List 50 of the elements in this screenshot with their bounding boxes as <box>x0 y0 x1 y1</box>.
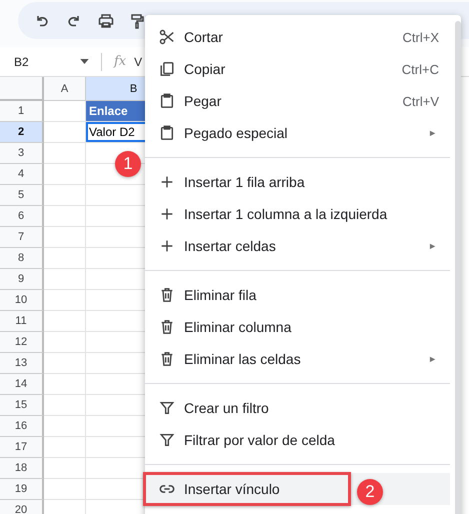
row-header[interactable]: 2 <box>0 122 44 143</box>
paint-roller-icon[interactable] <box>130 12 146 28</box>
row-header[interactable]: 11 <box>0 311 44 332</box>
menu-item[interactable]: Eliminar las celdas ► <box>145 343 450 375</box>
row-header[interactable]: 16 <box>0 416 44 437</box>
copy-icon <box>159 61 175 77</box>
row-header[interactable]: 7 <box>0 227 44 248</box>
row-header[interactable]: 9 <box>0 269 44 290</box>
menu-item[interactable]: Filtrar por valor de celda <box>145 424 450 456</box>
formula-label: fx <box>114 54 126 69</box>
plus-icon <box>159 238 175 254</box>
row-header[interactable]: 3 <box>0 143 44 164</box>
formula-field[interactable]: V <box>134 54 142 68</box>
trash-icon <box>159 319 175 335</box>
menu-item[interactable]: Eliminar columna <box>145 311 450 343</box>
menu-item[interactable]: Insertar 1 columna a la izquierda <box>145 198 450 230</box>
row-header[interactable]: 15 <box>0 395 44 416</box>
row-header[interactable]: 10 <box>0 290 44 311</box>
dropdown-caret-icon[interactable] <box>80 59 89 64</box>
plus-icon <box>159 174 175 190</box>
menu-item[interactable]: Crear un filtro <box>145 392 450 424</box>
row-header[interactable]: 19 <box>0 479 44 500</box>
row-header[interactable]: 13 <box>0 353 44 374</box>
clipboard-icon <box>159 125 175 141</box>
row-header[interactable]: 12 <box>0 332 44 353</box>
row-header[interactable]: 4 <box>0 164 44 185</box>
scissors-icon <box>159 29 175 45</box>
print-icon[interactable] <box>98 12 114 28</box>
menu-item[interactable]: Eliminar fila <box>145 279 450 311</box>
trash-icon <box>159 287 175 303</box>
row-header[interactable]: 1 <box>0 101 44 122</box>
row-header[interactable]: 5 <box>0 185 44 206</box>
row-header[interactable]: 14 <box>0 374 44 395</box>
column-header[interactable]: A <box>44 77 86 101</box>
row-header[interactable]: 20 <box>0 500 44 514</box>
plus-icon <box>159 206 175 222</box>
callout-badge: 1 <box>115 151 141 177</box>
filter-icon <box>159 432 175 448</box>
filter-icon <box>159 400 175 416</box>
row-header[interactable]: 8 <box>0 248 44 269</box>
scrollbar[interactable] <box>455 21 461 514</box>
row-header[interactable]: 18 <box>0 458 44 479</box>
clipboard-icon <box>159 93 175 109</box>
menu-item[interactable]: Insertar 1 fila arriba <box>145 166 450 198</box>
name-box[interactable]: B2 <box>14 54 80 68</box>
row-header[interactable]: 17 <box>0 437 44 458</box>
row-header[interactable]: 6 <box>0 206 44 227</box>
menu-item[interactable]: Insertar celdas ► <box>145 230 450 262</box>
trash-icon <box>159 351 175 367</box>
menu-item[interactable]: Cortar Ctrl+X <box>145 21 450 53</box>
